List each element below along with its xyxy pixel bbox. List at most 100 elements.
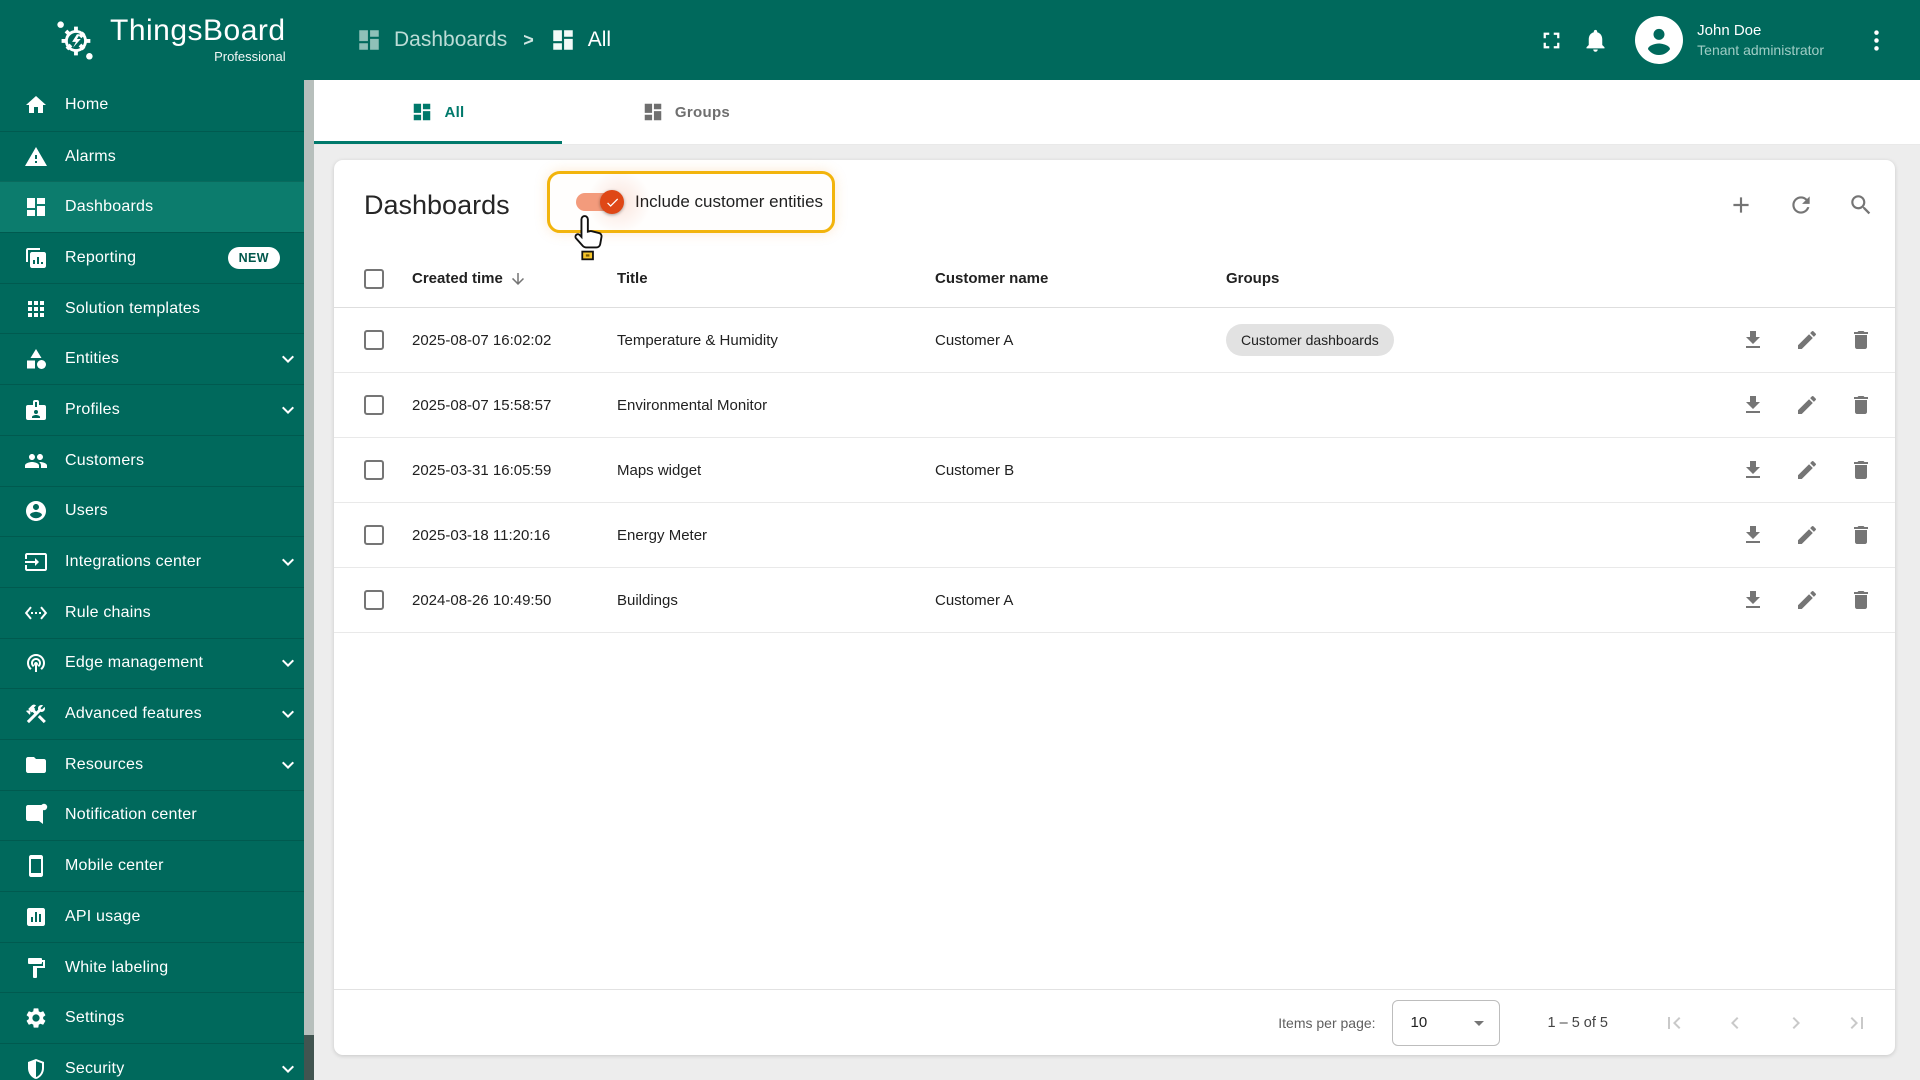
download-button[interactable] [1733, 580, 1773, 620]
sidebar-item-home[interactable]: Home [0, 80, 314, 131]
cell-customer-name: Customer A [935, 591, 1014, 609]
download-button[interactable] [1733, 320, 1773, 360]
dropdown-arrow-icon [1473, 1020, 1484, 1026]
chevron-down-icon[interactable] [276, 702, 300, 726]
select-all-checkbox[interactable] [364, 268, 384, 289]
sidebar-item-label: Settings [65, 1009, 125, 1027]
user-menu[interactable]: John Doe Tenant administrator [1697, 22, 1824, 58]
first-page-button[interactable] [1662, 1011, 1686, 1035]
chevron-down-icon[interactable] [276, 651, 300, 675]
table-row[interactable]: 2024-08-26 10:49:50 Buildings Customer A [334, 568, 1895, 633]
refresh-icon [1792, 196, 1810, 214]
sidebar-item-label: Mobile center [65, 857, 164, 875]
last-page-button[interactable] [1845, 1011, 1869, 1035]
breadcrumb-dashboards[interactable]: Dashboards [356, 27, 507, 53]
sidebar-item-users[interactable]: Users [0, 485, 314, 537]
row-checkbox[interactable] [364, 590, 384, 610]
sidebar-item-label: Users [65, 502, 108, 520]
tab-groups[interactable]: Groups [562, 80, 810, 144]
sidebar-nav: Home Alarms Dashboards Reporting NEW Solution… [0, 80, 314, 1080]
tab-all[interactable]: All [314, 80, 562, 144]
notifications-button[interactable] [1573, 18, 1617, 62]
group-chip[interactable]: Customer dashboards [1226, 324, 1394, 356]
avatar[interactable] [1635, 16, 1684, 64]
edit-button[interactable] [1787, 580, 1827, 620]
delete-icon [1854, 331, 1868, 349]
alarms-icon [25, 146, 47, 166]
fullscreen-button[interactable] [1529, 18, 1573, 62]
chevron-down-icon[interactable] [276, 753, 300, 777]
row-checkbox[interactable] [364, 330, 384, 350]
delete-button[interactable] [1841, 450, 1881, 490]
table-row[interactable]: 2025-08-07 15:58:57 Environmental Monitor [334, 373, 1895, 438]
prev-page-icon [1731, 1016, 1739, 1029]
delete-button[interactable] [1841, 580, 1881, 620]
edit-button[interactable] [1787, 385, 1827, 425]
download-button[interactable] [1733, 450, 1773, 490]
add-dashboard-button[interactable] [1721, 185, 1761, 225]
advanced-icon [26, 704, 46, 724]
sidebar-item-api-usage[interactable]: API usage [0, 891, 314, 942]
row-checkbox[interactable] [364, 395, 384, 415]
row-checkbox[interactable] [364, 525, 384, 545]
sidebar-item-solution-templates[interactable]: Solution templates [0, 282, 314, 334]
sidebar-item-customers[interactable]: Customers [0, 434, 314, 486]
chevron-down-icon[interactable] [276, 347, 300, 371]
breadcrumb-all[interactable]: All [550, 27, 611, 53]
sidebar-item-notification-center[interactable]: Notification center [0, 789, 314, 841]
sidebar-item-advanced-features[interactable]: Advanced features [0, 688, 314, 739]
table-row[interactable]: 2025-08-07 16:02:02 Temperature & Humidit… [334, 308, 1895, 373]
tab-label: All [444, 103, 465, 121]
cell-title: Buildings [617, 591, 678, 609]
delete-button[interactable] [1841, 515, 1881, 555]
column-header-groups[interactable]: Groups [1226, 270, 1881, 287]
items-per-page-select[interactable]: 10 [1391, 999, 1500, 1046]
refresh-button[interactable] [1781, 185, 1821, 225]
column-header-customer-name[interactable]: Customer name [935, 270, 1226, 287]
row-checkbox[interactable] [364, 460, 384, 480]
download-button[interactable] [1733, 515, 1773, 555]
thingsboard-logo[interactable]: ThingsBoard Professional [52, 16, 286, 64]
next-page-button[interactable] [1784, 1011, 1808, 1035]
dashboard-icon [414, 103, 431, 121]
column-header-title[interactable]: Title [617, 270, 935, 287]
page-title: Dashboards [364, 189, 510, 220]
sidebar-item-profiles[interactable]: Profiles [0, 384, 314, 435]
new-badge: NEW [227, 246, 280, 269]
download-button[interactable] [1733, 385, 1773, 425]
sidebar-scrollbar-thumb[interactable] [304, 80, 314, 1035]
edit-button[interactable] [1787, 450, 1827, 490]
table-row[interactable]: 2025-03-18 11:20:16 Energy Meter [334, 503, 1895, 568]
sidebar-item-security[interactable]: Security [0, 1043, 314, 1080]
chevron-down-icon[interactable] [276, 550, 300, 574]
sidebar-item-dashboards[interactable]: Dashboards [0, 181, 314, 233]
sidebar-item-mobile-center[interactable]: Mobile center [0, 840, 314, 891]
column-header-created-time[interactable]: Created time [412, 270, 527, 288]
include-customer-entities-toggle[interactable] [576, 169, 652, 235]
sidebar-item-integrations-center[interactable]: Integrations center [0, 536, 314, 587]
prev-page-button[interactable] [1723, 1011, 1747, 1035]
sidebar-item-white-labeling[interactable]: White labeling [0, 941, 314, 993]
edit-button[interactable] [1787, 515, 1827, 555]
chevron-down-icon[interactable] [276, 398, 300, 422]
table-row[interactable]: 2025-03-31 16:05:59 Maps widget Customer B [334, 438, 1895, 503]
chevron-down-icon[interactable] [276, 1057, 300, 1080]
sidebar-item-edge-management[interactable]: Edge management [0, 637, 314, 689]
edit-button[interactable] [1787, 320, 1827, 360]
white-labeling-icon [28, 957, 45, 978]
sidebar-item-reporting[interactable]: Reporting NEW [0, 232, 314, 283]
search-button[interactable] [1841, 185, 1881, 225]
cell-groups: Customer dashboards [1226, 324, 1733, 356]
delete-button[interactable] [1841, 320, 1881, 360]
more-menu-button[interactable] [1854, 18, 1898, 62]
sidebar-item-resources[interactable]: Resources [0, 738, 314, 790]
row-actions [1733, 580, 1895, 620]
resources-icon [26, 756, 46, 773]
sidebar-item-entities[interactable]: Entities [0, 333, 314, 384]
kebab-menu-icon [1873, 29, 1879, 51]
sidebar-item-settings[interactable]: Settings [0, 992, 314, 1043]
delete-button[interactable] [1841, 385, 1881, 425]
sidebar-item-alarms[interactable]: Alarms [0, 130, 314, 182]
toggle-thumb [600, 190, 624, 214]
sidebar-item-rule-chains[interactable]: Rule chains [0, 586, 314, 638]
